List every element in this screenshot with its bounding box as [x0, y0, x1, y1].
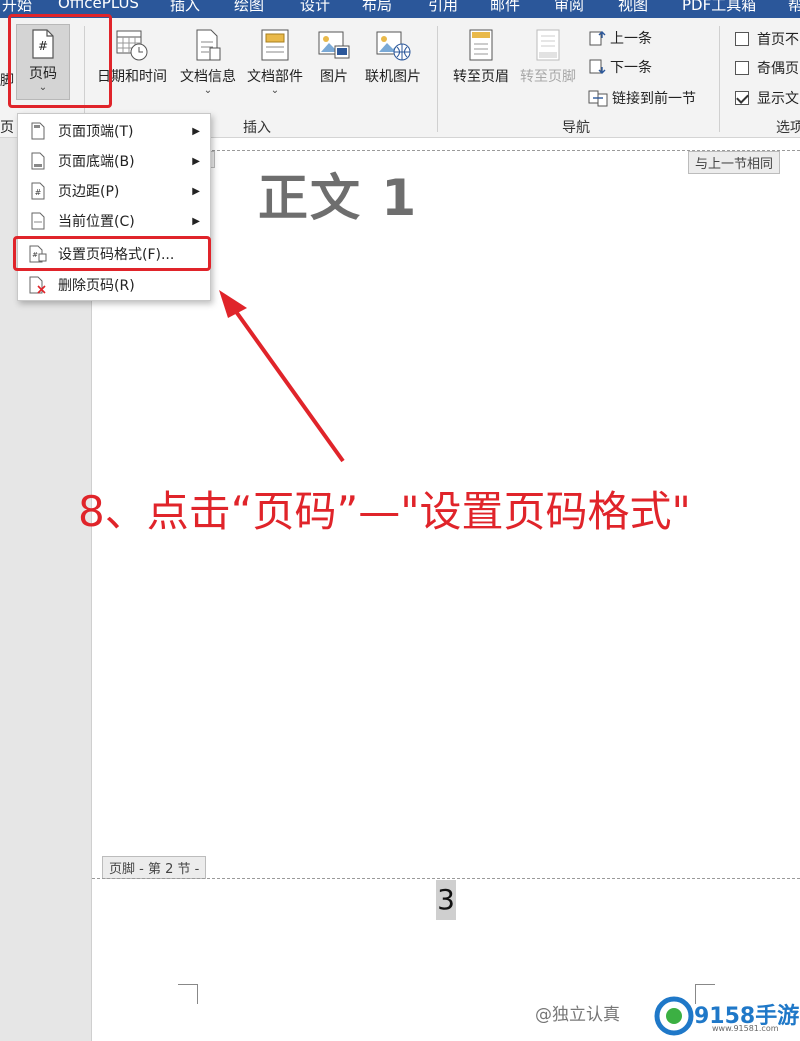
menu-item-current-position[interactable]: 当前位置(C) ▶: [18, 206, 212, 236]
tab-officeplus[interactable]: OfficePLUS: [58, 0, 139, 12]
prev-section-button[interactable]: 上一条: [588, 28, 652, 48]
next-label: 下一条: [610, 60, 652, 76]
picture-icon: [318, 31, 350, 59]
header-footer-group-label: 页: [0, 120, 14, 136]
calendar-clock-icon: [116, 30, 148, 61]
link-icon: [588, 90, 608, 107]
doc-info-icon: [196, 29, 221, 61]
tab-design[interactable]: 设计: [300, 0, 330, 15]
tab-home[interactable]: 开始: [2, 0, 32, 15]
prev-icon: [589, 31, 606, 46]
submenu-arrow-icon: ▶: [192, 125, 200, 137]
page-number-dropdown: 页面顶端(T) ▶ 页面底端(B) ▶ # 页边距(P) ▶ 当前位置(C) ▶…: [17, 113, 211, 301]
doc-info-label: 文档信息: [180, 69, 236, 85]
doc-info-button[interactable]: 文档信息 ⌄: [176, 28, 240, 96]
remove-page-number-icon: [29, 276, 46, 294]
nav-group-label: 导航: [562, 120, 590, 136]
svg-text:#: #: [35, 188, 42, 197]
highlight-format-page-numbers: [13, 236, 211, 271]
options-group-label: 选项: [776, 120, 800, 136]
tab-layout[interactable]: 布局: [362, 0, 392, 15]
online-picture-icon: [376, 31, 411, 61]
submenu-arrow-icon: ▶: [192, 185, 200, 197]
goto-header-button[interactable]: 转至页眉: [446, 28, 516, 86]
chevron-down-icon: ⌄: [203, 85, 213, 96]
picture-label: 图片: [320, 69, 348, 85]
checkbox-icon: [735, 32, 749, 46]
page-top-icon: [31, 122, 45, 140]
next-icon: [589, 59, 606, 74]
doc-parts-button[interactable]: 文档部件 ⌄: [242, 28, 308, 96]
doc-parts-label: 文档部件: [247, 69, 303, 85]
goto-header-label: 转至页眉: [453, 69, 509, 85]
tab-draw[interactable]: 绘图: [234, 0, 264, 15]
crop-mark-left: [178, 984, 198, 1004]
submenu-arrow-icon: ▶: [192, 155, 200, 167]
tab-mailings[interactable]: 邮件: [490, 0, 520, 15]
show-doc-text-checkbox[interactable]: 显示文: [735, 88, 799, 108]
first-page-label: 首页不: [757, 32, 799, 48]
page-number-field[interactable]: 3: [436, 880, 456, 920]
chevron-down-icon: ⌄: [270, 85, 280, 96]
odd-even-label: 奇偶页: [757, 61, 799, 77]
tab-view[interactable]: 视图: [618, 0, 648, 15]
link-to-previous-button[interactable]: 链接到前一节: [588, 88, 696, 108]
doc-parts-icon: [261, 29, 289, 61]
checkbox-checked-icon: [735, 91, 749, 105]
show-doc-label: 显示文: [757, 91, 799, 107]
goto-footer-button[interactable]: 转至页脚: [516, 28, 580, 86]
page-margin-icon: #: [31, 182, 45, 200]
menu-item-bottom-of-page[interactable]: 页面底端(B) ▶: [18, 146, 212, 176]
picture-button[interactable]: 图片: [312, 28, 356, 86]
submenu-arrow-icon: ▶: [192, 215, 200, 227]
footer-section-tag: 页脚 - 第 2 节 -: [102, 856, 207, 879]
menu-item-remove-page-numbers[interactable]: 删除页码(R): [18, 270, 212, 300]
goto-header-icon: [469, 29, 493, 61]
link-prev-label: 链接到前一节: [612, 91, 696, 107]
menu-item-page-margins[interactable]: # 页边距(P) ▶: [18, 176, 212, 206]
instruction-annotation: 8、点击“页码”—"设置页码格式": [78, 487, 691, 536]
body-heading: 正文 1: [258, 169, 419, 227]
page-bottom-icon: [31, 152, 45, 170]
menu-item-top-of-page[interactable]: 页面顶端(T) ▶: [18, 116, 212, 146]
checkbox-icon: [735, 61, 749, 75]
tab-review[interactable]: 审阅: [554, 0, 584, 15]
insert-group-label: 插入: [243, 120, 271, 136]
goto-footer-icon: [536, 29, 560, 61]
online-picture-label: 联机图片: [365, 69, 421, 85]
current-position-icon: [31, 212, 45, 230]
goto-footer-label: 转至页脚: [520, 69, 576, 85]
highlight-page-number: [8, 14, 112, 108]
prev-label: 上一条: [610, 31, 652, 47]
site-logo: 9158手游 www.91581.com: [652, 994, 800, 1038]
ribbon-tab-bar: 开始 OfficePLUS 插入 绘图 设计 布局 引用 邮件 审阅 视图 PD…: [0, 0, 800, 18]
tab-references[interactable]: 引用: [428, 0, 458, 15]
footer-divider: [92, 878, 800, 879]
game-controller-logo-icon: [654, 996, 694, 1036]
tab-pdf-tools[interactable]: PDF工具箱: [682, 0, 756, 15]
odd-even-checkbox[interactable]: 奇偶页: [735, 58, 799, 78]
author-watermark: @独立认真: [535, 1005, 620, 1025]
different-first-page-checkbox[interactable]: 首页不: [735, 29, 799, 49]
online-picture-button[interactable]: 联机图片: [360, 28, 426, 86]
tab-help[interactable]: 帮: [788, 0, 800, 15]
same-as-previous-tag: 与上一节相同: [688, 151, 781, 174]
next-section-button[interactable]: 下一条: [588, 57, 652, 77]
tab-insert[interactable]: 插入: [170, 0, 200, 15]
